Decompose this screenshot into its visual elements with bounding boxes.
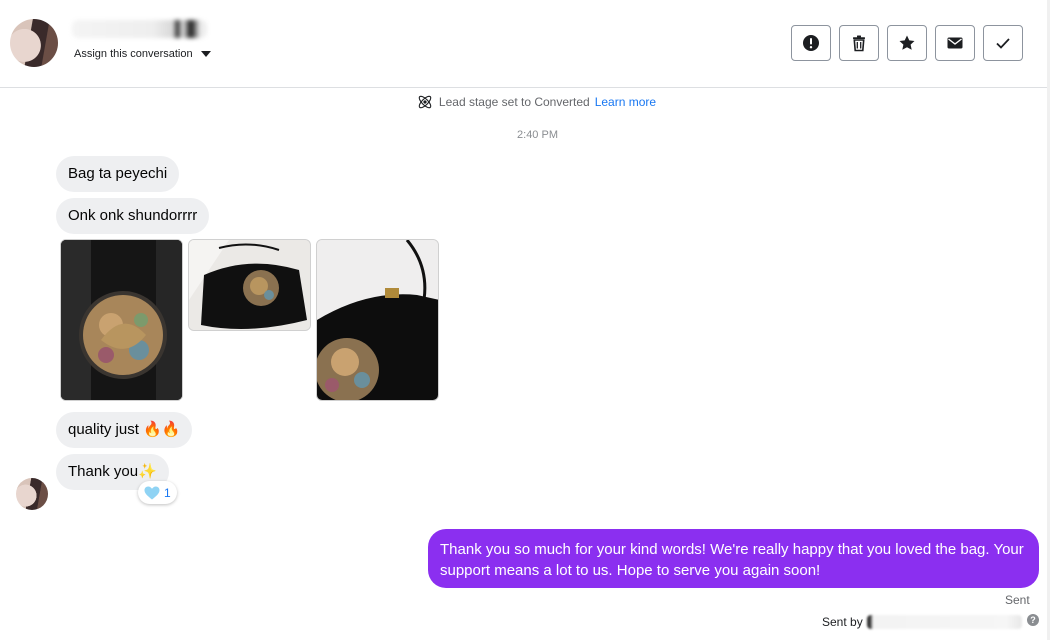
photo-thumbnail [61, 240, 182, 400]
report-spam-button[interactable] [791, 25, 831, 61]
photo-attachment[interactable] [60, 239, 183, 401]
caret-down-icon [200, 51, 211, 57]
message-status: Sent [1005, 593, 1030, 607]
atom-icon [418, 95, 432, 109]
message-reaction[interactable]: 1 [138, 481, 177, 504]
sent-by-label: Sent by [822, 615, 863, 629]
mark-unread-button[interactable] [935, 25, 975, 61]
sender-name-redacted [866, 615, 1022, 629]
contact-avatar-small[interactable] [16, 478, 48, 510]
incoming-message[interactable]: Onk onk shundorrrr [56, 198, 210, 234]
assign-conversation-label: Assign this conversation [74, 48, 193, 60]
assign-conversation-dropdown[interactable]: Assign this conversation [74, 48, 211, 60]
star-icon [899, 35, 915, 50]
exclamation-circle-icon [803, 35, 819, 51]
envelope-icon [947, 37, 963, 49]
incoming-message[interactable]: Bag ta peyechi [56, 156, 180, 192]
lead-stage-event: Lead stage set to Converted Learn more [0, 93, 1050, 111]
conversation-actions [791, 25, 1023, 61]
checkmark-icon [996, 38, 1010, 49]
learn-more-link[interactable]: Learn more [595, 95, 656, 109]
reaction-count: 1 [164, 485, 171, 500]
sent-by: Sent by [822, 615, 1022, 629]
help-icon[interactable]: ? [1027, 614, 1039, 626]
mark-done-button[interactable] [983, 25, 1023, 61]
photo-attachment[interactable] [316, 239, 439, 401]
contact-name-redacted[interactable] [72, 20, 207, 38]
message-timestamp: 2:40 PM [517, 129, 558, 141]
incoming-message[interactable]: quality just 🔥🔥 [56, 412, 193, 448]
photo-attachment[interactable] [188, 239, 311, 331]
star-button[interactable] [887, 25, 927, 61]
lead-stage-text: Lead stage set to Converted [438, 95, 590, 109]
delete-button[interactable] [839, 25, 879, 61]
photo-thumbnail [189, 240, 310, 330]
photo-thumbnail [317, 240, 438, 400]
trash-icon [853, 35, 865, 52]
outgoing-message[interactable]: Thank you so much for your kind words! W… [428, 529, 1039, 588]
light-blue-heart-icon [144, 486, 160, 499]
contact-avatar[interactable] [10, 19, 58, 67]
conversation-header: Assign this conversation [0, 0, 1050, 88]
